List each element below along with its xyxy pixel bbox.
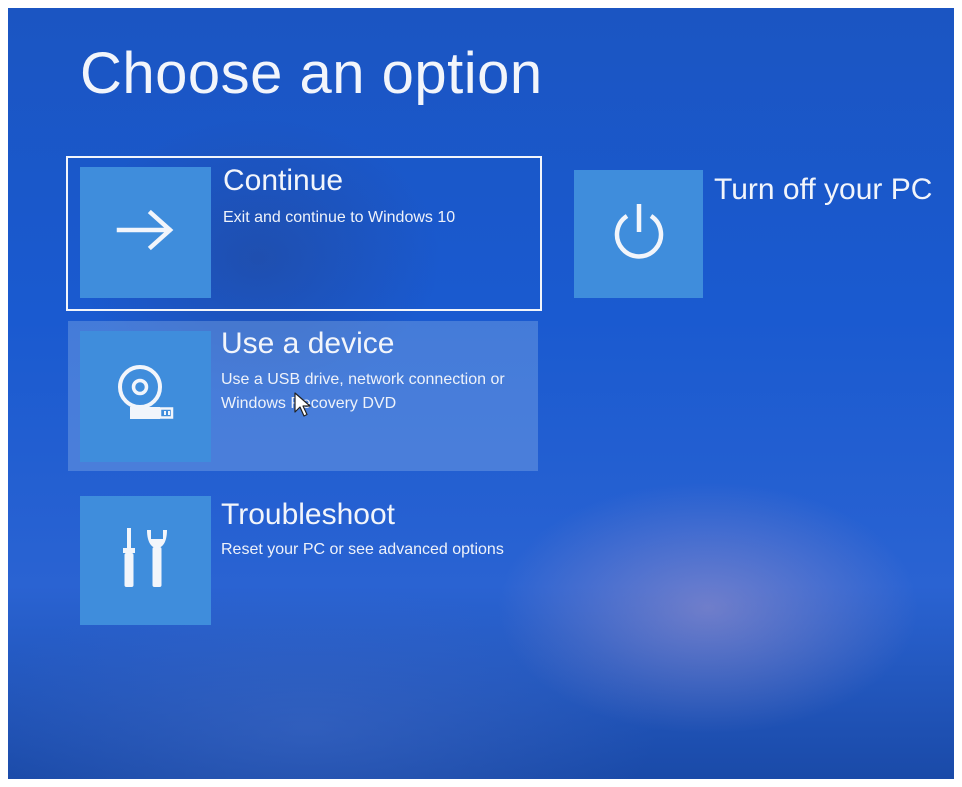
continue-title: Continue xyxy=(223,164,344,197)
use-device-title: Use a device xyxy=(221,327,395,360)
continue-option[interactable]: Continue Exit and continue to Windows 10 xyxy=(66,156,542,311)
page-title: Choose an option xyxy=(80,41,543,106)
continue-tile xyxy=(80,167,211,298)
turn-off-tile xyxy=(574,170,703,298)
mouse-cursor-icon xyxy=(294,392,312,423)
arrow-right-icon xyxy=(115,208,177,257)
power-icon xyxy=(609,200,669,269)
use-device-description-line-1: Use a USB drive, network connection or xyxy=(221,371,505,388)
tools-icon xyxy=(116,525,176,596)
troubleshoot-title: Troubleshoot xyxy=(221,498,395,531)
use-device-tile xyxy=(80,331,211,462)
turn-off-option[interactable]: Turn off your PC xyxy=(570,163,933,308)
turn-off-title: Turn off your PC xyxy=(714,173,933,206)
troubleshoot-tile xyxy=(80,496,211,625)
continue-description: Exit and continue to Windows 10 xyxy=(223,209,456,226)
disc-usb-icon xyxy=(114,363,178,430)
recovery-screen: Choose an option Continue Exit and conti… xyxy=(8,8,954,779)
troubleshoot-option[interactable]: Troubleshoot Reset your PC or see advanc… xyxy=(68,486,538,636)
troubleshoot-description: Reset your PC or see advanced options xyxy=(221,541,504,558)
